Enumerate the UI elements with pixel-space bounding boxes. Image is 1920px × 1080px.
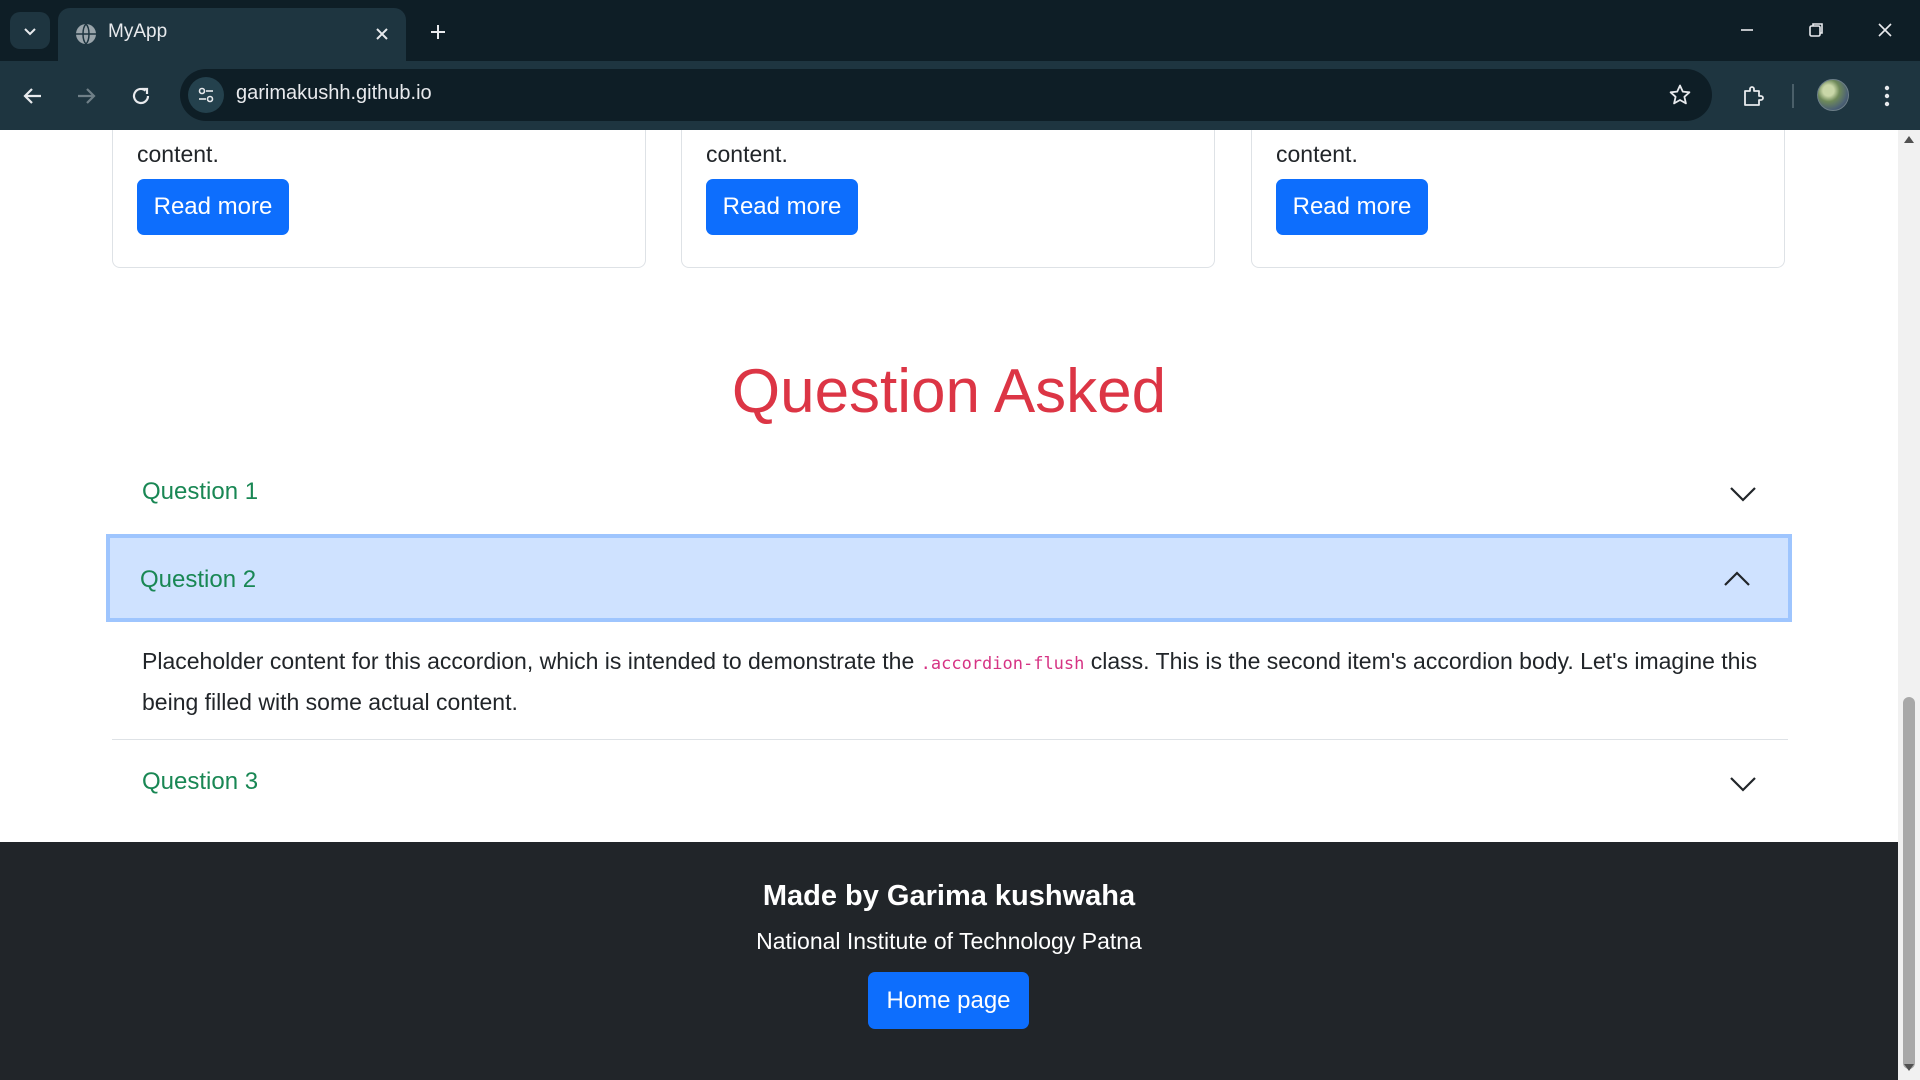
new-tab-button[interactable]: [422, 16, 454, 48]
home-page-button[interactable]: Home page: [868, 972, 1029, 1029]
read-more-button[interactable]: Read more: [1276, 179, 1428, 235]
forward-arrow-icon: [78, 88, 96, 104]
extensions-button[interactable]: [1735, 78, 1771, 114]
extensions-icon: [1744, 86, 1764, 106]
read-more-button[interactable]: Read more: [137, 179, 289, 235]
tab-title: MyApp: [108, 21, 168, 42]
card-text: content.: [706, 141, 788, 167]
page-footer: Made by Garima kushwaha National Institu…: [0, 842, 1898, 1080]
plus-icon: [431, 25, 445, 39]
scroll-down-arrow[interactable]: [1904, 1064, 1914, 1071]
chevron-up-icon: [1724, 571, 1750, 586]
url-text: garimakushh.github.io: [236, 82, 432, 104]
scroll-up-arrow[interactable]: [1904, 136, 1914, 143]
accordion-body-code: .accordion-flush: [920, 654, 1085, 674]
browser-tab-active[interactable]: MyApp: [58, 8, 406, 61]
accordion-title: Question 3: [142, 768, 259, 795]
card: content. Read more: [681, 130, 1215, 268]
close-icon: [1878, 23, 1892, 37]
back-arrow-icon: [23, 88, 41, 104]
tab-list-icon: [24, 27, 36, 35]
forward-button[interactable]: [68, 78, 104, 114]
accordion-header-question-2[interactable]: Question 2: [106, 534, 1792, 622]
bookmark-button[interactable]: [1666, 81, 1694, 109]
close-icon: [376, 28, 388, 40]
kebab-menu-icon: [1884, 85, 1890, 107]
star-icon: [1669, 84, 1691, 105]
window-minimize-button[interactable]: [1724, 10, 1770, 50]
card-text: content.: [1276, 141, 1358, 167]
tab-close-button[interactable]: [368, 20, 396, 48]
footer-title: Made by Garima kushwaha: [762, 880, 1136, 912]
accordion-header-question-1[interactable]: Question 1: [112, 450, 1788, 534]
browser-toolbar: garimakushh.github.io: [0, 61, 1920, 130]
window-close-button[interactable]: [1862, 10, 1908, 50]
scrollbar-thumb[interactable]: [1903, 697, 1915, 1069]
toolbar-divider: [1792, 84, 1794, 108]
browser-menu-button[interactable]: [1869, 78, 1905, 114]
accordion-body: Placeholder content for this accordion, …: [112, 622, 1788, 740]
minimize-icon: [1741, 29, 1753, 31]
profile-avatar[interactable]: [1817, 79, 1849, 111]
chevron-down-icon: [1730, 487, 1756, 502]
reload-button[interactable]: [123, 78, 159, 114]
accordion-title: Question 1: [142, 478, 259, 505]
restore-icon: [1809, 23, 1823, 37]
accordion-body-text: Placeholder content for this accordion, …: [142, 648, 921, 674]
window-restore-button[interactable]: [1793, 10, 1839, 50]
accordion-header-question-3[interactable]: Question 3: [112, 740, 1788, 824]
footer-subtitle: National Institute of Technology Patna: [756, 928, 1142, 954]
site-info-button[interactable]: [188, 77, 224, 113]
reload-icon: [132, 87, 150, 105]
accordion-title: Question 2: [140, 566, 257, 593]
card: content. Read more: [112, 130, 646, 268]
page-scrollbar[interactable]: [1898, 130, 1920, 1080]
site-settings-icon: [198, 87, 214, 103]
chevron-down-icon: [1730, 777, 1756, 792]
card-text: content.: [137, 141, 219, 167]
tab-search-button[interactable]: [10, 12, 50, 49]
address-bar[interactable]: garimakushh.github.io: [180, 69, 1712, 121]
read-more-button[interactable]: Read more: [706, 179, 858, 235]
accordion-item: Question 3: [112, 740, 1788, 824]
back-button[interactable]: [15, 78, 51, 114]
browser-titlebar: MyApp: [0, 0, 1920, 61]
faq-heading: Question Asked: [731, 357, 1167, 426]
card: content. Read more: [1251, 130, 1785, 268]
globe-icon: [76, 23, 96, 45]
page-viewport: content. Read more content. Read more co…: [0, 130, 1898, 1080]
